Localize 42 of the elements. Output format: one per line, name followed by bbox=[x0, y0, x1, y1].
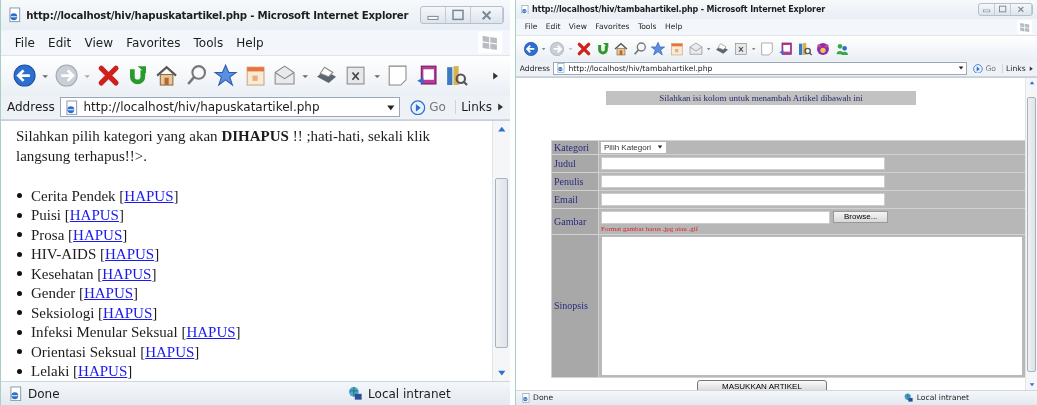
delete-link[interactable]: HAPUS bbox=[103, 304, 153, 321]
menu-item[interactable]: View bbox=[77, 35, 120, 50]
delete-link[interactable]: HAPUS bbox=[69, 207, 119, 224]
go-button[interactable]: Go bbox=[405, 99, 451, 116]
field-label: Sinopsis bbox=[551, 234, 599, 378]
delete-link[interactable]: HAPUS bbox=[102, 265, 152, 282]
category-item: Seksiologi [HAPUS] bbox=[31, 303, 158, 323]
status-text: Done bbox=[27, 386, 60, 401]
category-item: Lelaki [HAPUS] bbox=[31, 362, 133, 382]
window-title: http://localhost/hiv/tambahartikel.php - Microsoft Internet Explorer bbox=[531, 5, 827, 14]
menu-item[interactable]: Tools bbox=[187, 35, 230, 50]
links-button[interactable]: Links bbox=[455, 100, 492, 115]
address-label: Address bbox=[7, 100, 55, 115]
category-item: Cerita Pendek [HAPUS] bbox=[31, 186, 179, 206]
category-item: Orientasi Seksual [HAPUS] bbox=[31, 342, 200, 362]
instruction-text: Silahkan pilih kategori yang akan DIHAPUS !! ;hati-hati, sekali klik langsung terhapus!!>. bbox=[16, 127, 432, 167]
delete-link[interactable]: HAPUS bbox=[83, 285, 134, 302]
browse-button[interactable]: Browse... bbox=[833, 211, 889, 224]
window-title: http://localhost/hiv/hapuskatartikel.php - Microsoft Internet Explorer bbox=[26, 9, 410, 21]
zone-text: Local intranet bbox=[368, 386, 451, 401]
category-item: Gender [HAPUS] bbox=[31, 284, 139, 304]
menu-item[interactable]: File bbox=[8, 35, 42, 50]
menu-item[interactable]: Help bbox=[229, 35, 271, 50]
delete-link[interactable]: HAPUS bbox=[73, 226, 123, 243]
address-field[interactable]: http://localhost/hiv/hapuskatartikel.php bbox=[59, 97, 401, 118]
field-label: Kategori bbox=[551, 140, 599, 155]
delete-link[interactable]: HAPUS bbox=[145, 343, 195, 360]
delete-link[interactable]: HAPUS bbox=[105, 246, 155, 263]
category-dropdown[interactable]: Pilih Kategori bbox=[601, 141, 667, 153]
category-item: Prosa [HAPUS] bbox=[31, 225, 128, 245]
menu-item[interactable]: Edit bbox=[41, 35, 78, 50]
field-label: Gambar bbox=[551, 208, 599, 235]
category-item: HIV-AIDS [HAPUS] bbox=[31, 245, 160, 265]
delete-link[interactable]: HAPUS bbox=[78, 363, 128, 380]
category-item: Kesehatan [HAPUS] bbox=[31, 264, 157, 284]
form-banner: Silahkan isi kolom untuk menambah Artikel dibawah ini bbox=[606, 90, 916, 105]
delete-link[interactable]: HAPUS bbox=[186, 324, 236, 341]
category-item: Puisi [HAPUS] bbox=[31, 206, 124, 226]
delete-link[interactable]: HAPUS bbox=[124, 187, 174, 204]
url-text: http://localhost/hiv/hapuskatartikel.php bbox=[83, 100, 321, 115]
menu-item[interactable]: Favorites bbox=[119, 35, 187, 50]
category-item: Infeksi Menular Seksual [HAPUS] bbox=[31, 323, 241, 343]
